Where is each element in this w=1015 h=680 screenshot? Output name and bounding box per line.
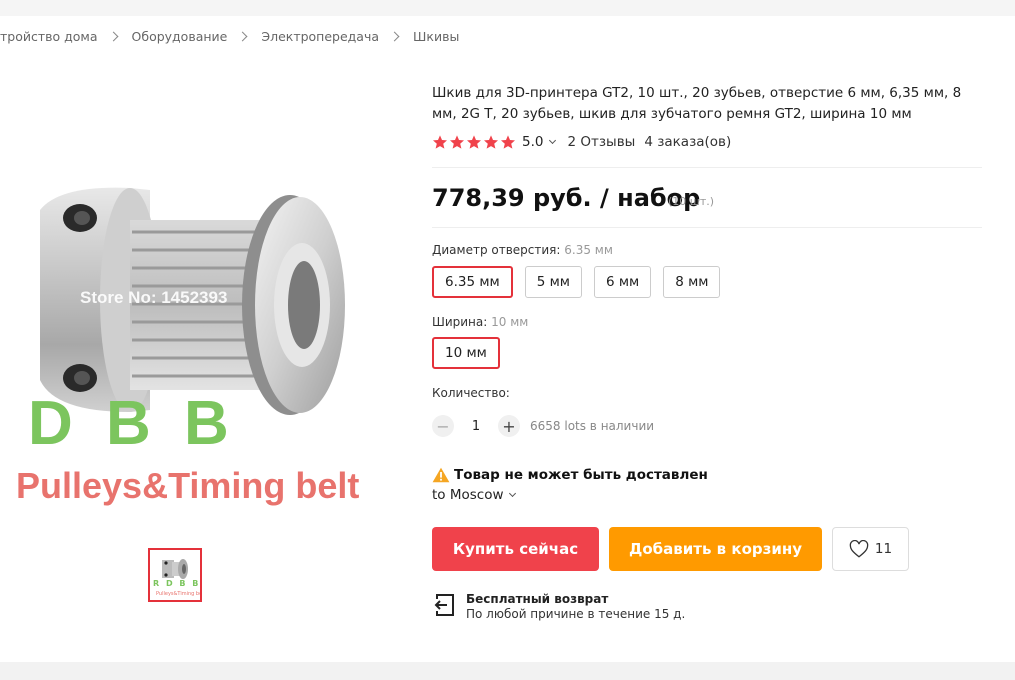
divider xyxy=(432,167,982,168)
thumbnail-caption: Pulleys&Timing belt xyxy=(156,591,202,597)
quantity-plus-button[interactable]: + xyxy=(498,415,520,437)
warning-icon xyxy=(432,467,450,483)
orders-count: 4 заказа(ов) xyxy=(644,134,732,150)
reviews-link[interactable]: 2 Отзывы xyxy=(567,134,635,150)
ship-to-text[interactable]: to Moscow xyxy=(432,487,504,503)
quantity-input[interactable]: 1 xyxy=(454,419,498,434)
star-icon xyxy=(467,135,481,149)
bore-option-6-35[interactable]: 6.35 мм xyxy=(432,266,513,298)
shipping-warning-text: Товар не может быть доставлен xyxy=(454,467,708,483)
thumbnail-brand: R D B B xyxy=(153,579,201,588)
add-to-cart-button[interactable]: Добавить в корзину xyxy=(609,527,822,571)
price-unit-note: (10 шт.) xyxy=(668,195,715,208)
free-return: Бесплатный возврат По любой причине в те… xyxy=(432,592,685,622)
product-thumbnail[interactable]: R D B B Pulleys&Timing belt xyxy=(148,548,202,602)
chevron-right-icon xyxy=(108,31,118,41)
bore-option-6[interactable]: 6 мм xyxy=(593,266,652,298)
image-watermark: Store No: 1452393 xyxy=(80,288,228,307)
shipping-warning: Товар не может быть доставлен xyxy=(432,465,708,485)
breadcrumb-item-home-devices[interactable]: тройство дома xyxy=(0,29,98,44)
bore-option-5[interactable]: 5 мм xyxy=(524,266,582,298)
brand-logo-text: D B B xyxy=(28,389,237,458)
footer-band xyxy=(0,662,1015,680)
breadcrumb-item-power-transmission[interactable]: Электропередача xyxy=(261,29,379,44)
product-price: 778,39 руб. / набор xyxy=(432,184,701,212)
quantity-label: Количество: xyxy=(432,386,510,400)
breadcrumb: тройство дома Оборудование Электропереда… xyxy=(0,27,459,45)
return-subtitle: По любой причине в течение 15 д. xyxy=(466,607,686,621)
heart-icon xyxy=(849,540,869,558)
wishlist-count: 11 xyxy=(874,541,893,557)
quantity-stepper: − 1 + 6658 lots в наличии xyxy=(432,414,654,438)
chevron-down-icon[interactable] xyxy=(508,489,516,497)
stock-count: 6658 lots в наличии xyxy=(530,419,655,433)
bore-label-text: Диаметр отверстия: xyxy=(432,243,561,257)
product-main-image[interactable]: Store No: 1452393 D B B Pulleys&Timing b… xyxy=(0,110,425,520)
bore-option-8[interactable]: 8 мм xyxy=(663,266,721,298)
bore-selected-value: 6.35 мм xyxy=(564,243,613,257)
width-label-text: Ширина: xyxy=(432,315,488,329)
rating-value[interactable]: 5.0 xyxy=(522,134,543,150)
width-option-10[interactable]: 10 мм xyxy=(432,337,500,369)
width-selected-value: 10 мм xyxy=(491,315,529,329)
bore-options: 6.35 мм 5 мм 6 мм 8 мм xyxy=(432,266,721,298)
width-options: 10 мм xyxy=(432,337,500,369)
quantity-minus-button[interactable]: − xyxy=(432,415,454,437)
return-icon xyxy=(434,594,454,616)
return-title: Бесплатный возврат xyxy=(466,592,609,606)
chevron-down-icon[interactable] xyxy=(549,136,557,144)
top-bar xyxy=(0,0,1015,16)
star-icon xyxy=(484,135,498,149)
star-icon xyxy=(501,135,515,149)
chevron-right-icon xyxy=(237,31,248,41)
chevron-right-icon xyxy=(389,31,400,41)
star-icon xyxy=(433,135,447,149)
breadcrumb-item-equipment[interactable]: Оборудование xyxy=(132,29,228,44)
rating-stars xyxy=(432,134,516,150)
image-caption: Pulleys&Timing belt xyxy=(16,465,360,506)
bore-option-label: Диаметр отверстия: 6.35 мм xyxy=(432,243,613,257)
divider xyxy=(432,227,982,228)
return-text-block: Бесплатный возврат По любой причине в те… xyxy=(466,592,685,622)
ship-to-selector[interactable]: to Moscow xyxy=(432,487,516,503)
buy-now-button[interactable]: Купить сейчас xyxy=(432,527,599,571)
width-option-label: Ширина: 10 мм xyxy=(432,315,528,329)
rating-row: 5.0 2 Отзывы 4 заказа(ов) xyxy=(432,132,731,152)
product-title: Шкив для 3D-принтера GT2, 10 шт., 20 зуб… xyxy=(432,85,962,122)
wishlist-button[interactable]: 11 xyxy=(832,527,909,571)
star-icon xyxy=(450,135,464,149)
breadcrumb-item-pulleys[interactable]: Шкивы xyxy=(413,29,459,44)
